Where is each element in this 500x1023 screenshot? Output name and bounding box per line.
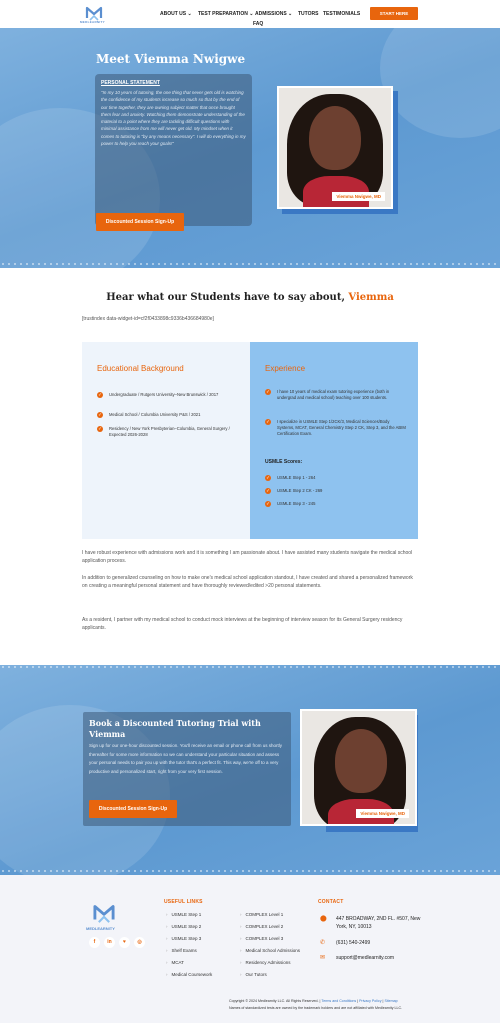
footer-link[interactable]: › USMLE Step 3 [166,936,201,941]
start-here-button[interactable]: START HERE [370,7,418,20]
chevron-right-icon: › [240,972,242,977]
trial-section: Book a Discounted Tutoring Trial with Vi… [0,665,500,875]
medlearnity-logo-icon[interactable] [91,900,117,926]
bio-paragraph: In addition to generalized counseling on… [82,575,413,589]
terms-link[interactable]: Terms and Conditions [321,999,356,1003]
dotted-divider [0,665,500,669]
check-icon: ✓ [97,426,103,432]
check-icon: ✓ [265,488,271,494]
trial-signup-button[interactable]: Discounted Session Sign-Up [89,800,177,818]
discounted-session-signup-button[interactable]: Discounted Session Sign-Up [96,213,184,231]
dotted-divider [0,262,500,266]
footer-link[interactable]: › MCAT [166,960,184,965]
nav-testimonials[interactable]: TESTIMONIALS [323,11,360,17]
trustindex-widget-placeholder: [trustindex data-widget-id=cf2f0433898c9… [82,316,214,322]
personal-statement-card: PERSONAL STATEMENT "In my 10 years of tu… [95,74,252,226]
chevron-right-icon: › [166,912,168,917]
personal-statement-text: "In my 10 years of tutoring, the one thi… [101,90,246,147]
tutor-name-title: Meet Viemma Nwigwe [96,52,246,66]
tutor-photo: Viemma Nwigwe, MD [277,86,393,209]
hero-bg-decor [380,28,500,138]
hero-section: Meet Viemma Nwigwe PERSONAL STATEMENT "I… [0,28,500,268]
email-icon: ✉ [320,955,326,961]
chevron-right-icon: › [240,912,242,917]
sitemap-link[interactable]: Sitemap [384,999,397,1003]
site-header: MEDLEARNITY ABOUT US ⌄ TEST PREPARATION … [0,0,500,28]
testimonials-title: Hear what our Students have to say about… [106,292,394,303]
check-icon: ✓ [97,412,103,418]
copyright-line: Copyright © 2024 Medlearnity LLC. All Ri… [229,999,398,1003]
nav-tutors[interactable]: TUTORS [298,11,318,17]
chevron-right-icon: › [240,948,242,953]
nav-about-us[interactable]: ABOUT US ⌄ [160,11,192,17]
instagram-icon[interactable]: ◎ [134,937,145,948]
nav-test-preparation[interactable]: TEST PREPARATION ⌄ [198,11,253,17]
tutor-photo: Viemma Nwigwe, MD [300,709,417,826]
chevron-right-icon: › [166,924,168,929]
phone-icon: ✆ [320,940,326,946]
footer-link[interactable]: › Our Tutors [240,972,267,977]
footer-link[interactable]: › COMPLEX Level 1 [240,912,283,917]
chevron-right-icon: › [166,972,168,977]
footer-link[interactable]: › Shelf Exams [166,948,197,953]
check-icon: ✓ [265,501,271,507]
footer-link[interactable]: › Residency Admissions [240,960,291,965]
personal-statement-heading: PERSONAL STATEMENT [101,80,160,86]
footer-logo-text: MEDLEARNITY [86,926,115,931]
chevron-right-icon: › [166,936,168,941]
footer-link[interactable]: › Medical Coursework [166,972,212,977]
logo-text: MEDLEARNITY [80,20,105,24]
educational-background-heading: Educational Background [97,364,184,373]
photo-face [335,729,387,793]
educational-background-card: Educational Background ✓ Undergraduate /… [82,342,250,539]
check-icon: ✓ [97,392,103,398]
contact-heading: CONTACT [318,899,344,905]
trademark-disclaimer: Names of standardized tests are owned by… [229,1006,403,1010]
privacy-link[interactable]: Privacy Policy [359,999,381,1003]
bio-paragraph: As a resident, I partner with my medical… [82,617,403,631]
experience-heading: Experience [265,364,306,373]
chevron-right-icon: › [240,924,242,929]
nav-faq[interactable]: FAQ [253,21,263,27]
chevron-right-icon: › [240,960,242,965]
location-pin-icon: ⬤ [320,916,327,922]
experience-card: Experience ✓ I have 10 years of medical … [250,342,418,539]
check-icon: ✓ [265,419,271,425]
footer-link[interactable]: › COMPLEX Level 2 [240,924,283,929]
footer-link[interactable]: › COMPLEX Level 3 [240,936,283,941]
tutor-name-tag: Viemma Nwigwe, MD [332,192,385,201]
facebook-icon[interactable]: f [89,937,100,948]
chevron-right-icon: › [166,948,168,953]
twitter-icon[interactable]: ♥ [119,937,130,948]
footer-link[interactable]: › USMLE Step 1 [166,912,201,917]
nav-admissions[interactable]: ADMISSIONS ⌄ [255,11,292,17]
footer-link[interactable]: › USMLE Step 2 [166,924,201,929]
trial-heading: Book a Discounted Tutoring Trial with Vi… [89,718,261,739]
check-icon: ✓ [265,475,271,481]
dotted-divider [0,869,500,873]
footer-link[interactable]: › Medical School Admissions [240,948,300,953]
chevron-right-icon: › [166,960,168,965]
tutor-name-tag: Viemma Nwigwe, MD [356,809,409,818]
check-icon: ✓ [265,389,271,395]
bio-paragraph: I have robust experience with admissions… [82,550,413,564]
useful-links-heading: USEFUL LINKS [164,899,203,905]
usmle-scores-heading: USMLE Scores: [265,459,303,465]
chevron-right-icon: › [240,936,242,941]
trial-description: Sign up for our one-hour discounted sess… [89,743,282,774]
linkedin-icon[interactable]: in [104,937,115,948]
photo-face [309,106,361,170]
